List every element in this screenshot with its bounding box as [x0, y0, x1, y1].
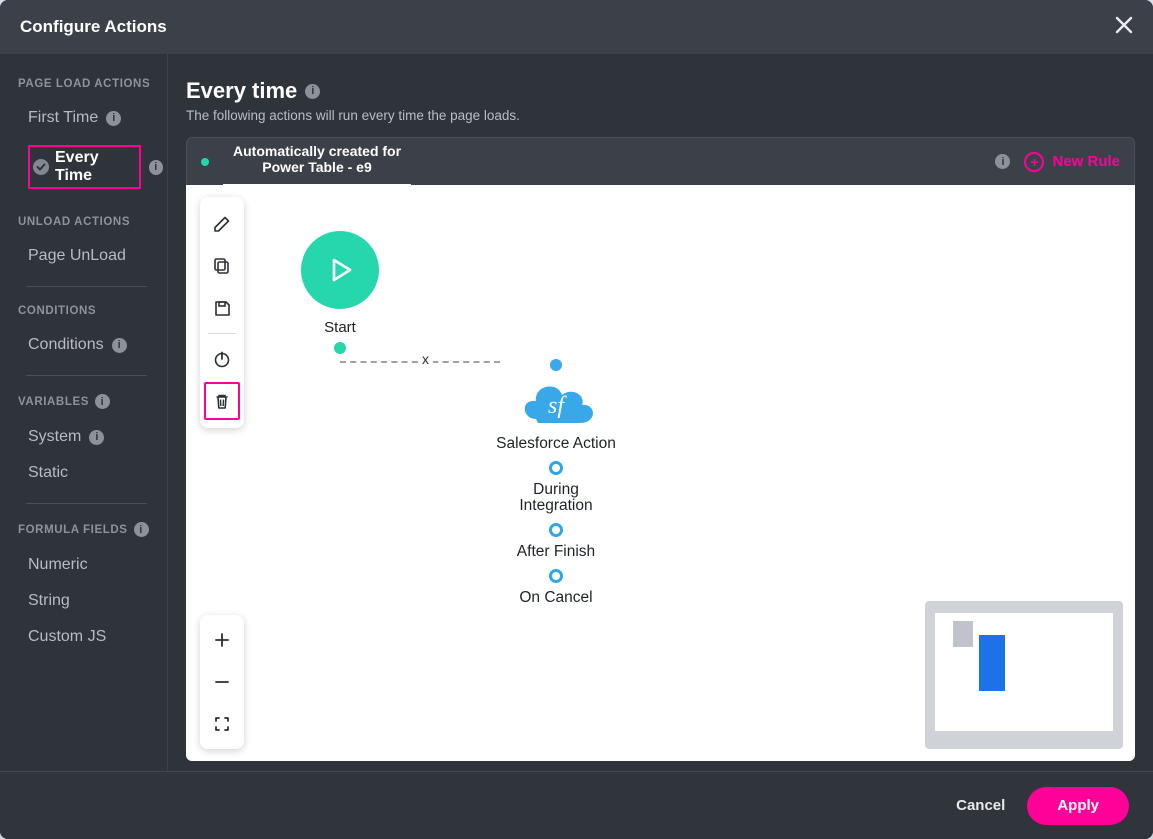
- sidebar-item-every-time[interactable]: Every Time i: [18, 136, 167, 198]
- flow-canvas[interactable]: Start x sf Salesforce Action: [186, 185, 1135, 761]
- rule-bar-right: i + New Rule: [995, 152, 1120, 172]
- info-icon: i: [134, 522, 149, 537]
- power-icon: [213, 350, 231, 368]
- minus-icon: [213, 673, 231, 691]
- info-icon: i: [149, 160, 163, 175]
- info-icon: i: [112, 338, 127, 353]
- minimap[interactable]: [925, 601, 1123, 749]
- canvas-toolbar: [200, 197, 244, 428]
- fit-screen-button[interactable]: [202, 703, 242, 745]
- sf-integration-label: Integration: [466, 497, 646, 515]
- flow-node-start[interactable]: Start: [301, 231, 379, 354]
- close-icon[interactable]: [1115, 14, 1133, 40]
- copy-button[interactable]: [202, 245, 242, 287]
- sidebar-header-conditions: CONDITIONS: [18, 305, 167, 317]
- edge-delete-icon[interactable]: x: [418, 351, 433, 367]
- start-label: Start: [301, 319, 379, 336]
- minimap-viewport: [935, 613, 1113, 731]
- plus-icon: [213, 631, 231, 649]
- sidebar-item-custom-js[interactable]: Custom JS: [18, 619, 167, 655]
- sidebar-header-variables: VARIABLES i: [18, 394, 167, 409]
- copy-icon: [213, 257, 231, 275]
- sidebar-item-label: Numeric: [28, 556, 88, 574]
- sf-action-label: Salesforce Action: [466, 435, 646, 453]
- configure-actions-modal: Configure Actions PAGE LOAD ACTIONS Firs…: [0, 0, 1153, 839]
- plus-circle-icon: +: [1024, 152, 1044, 172]
- sidebar-item-label: Conditions: [28, 336, 104, 354]
- sidebar-item-label: Static: [28, 464, 68, 482]
- sidebar-item-label: Every Time: [55, 149, 136, 185]
- modal-header: Configure Actions: [0, 0, 1153, 54]
- fullscreen-icon: [213, 715, 231, 733]
- delete-button[interactable]: [202, 380, 242, 422]
- sidebar-item-system[interactable]: System i: [18, 419, 167, 455]
- sf-after-label: After Finish: [466, 543, 646, 561]
- cloud-icon: sf: [514, 375, 598, 429]
- minimap-node-blue: [979, 635, 1005, 691]
- info-icon: i: [995, 154, 1010, 169]
- modal-title: Configure Actions: [20, 17, 167, 37]
- highlight-every-time: Every Time: [28, 145, 141, 189]
- zoom-out-button[interactable]: [202, 661, 242, 703]
- zoom-in-button[interactable]: [202, 619, 242, 661]
- info-icon: i: [305, 84, 320, 99]
- sidebar-item-label: Custom JS: [28, 628, 106, 646]
- save-icon: [213, 299, 231, 317]
- modal-body: PAGE LOAD ACTIONS First Time i Every Tim…: [0, 54, 1153, 771]
- info-icon: i: [106, 111, 121, 126]
- edit-button[interactable]: [202, 203, 242, 245]
- status-dot-icon: [201, 158, 209, 166]
- modal-footer: Cancel Apply: [0, 771, 1153, 839]
- sidebar-item-numeric[interactable]: Numeric: [18, 547, 167, 583]
- sidebar-item-label: Page UnLoad: [28, 247, 126, 265]
- rule-bar: Automatically created for Power Table - …: [186, 137, 1135, 185]
- play-icon: [325, 255, 355, 285]
- sf-cancel-label: On Cancel: [466, 589, 646, 607]
- sidebar-item-label: First Time: [28, 109, 98, 127]
- check-circle-icon: [33, 159, 49, 175]
- sidebar-item-page-unload[interactable]: Page UnLoad: [18, 238, 167, 274]
- cancel-button[interactable]: Cancel: [956, 797, 1005, 814]
- zoom-toolbar: [200, 615, 244, 749]
- info-icon: i: [89, 430, 104, 445]
- sidebar-header-page-load: PAGE LOAD ACTIONS: [18, 78, 167, 90]
- apply-button[interactable]: Apply: [1027, 787, 1129, 825]
- trash-icon: [213, 392, 231, 410]
- rule-tab-active[interactable]: Automatically created for Power Table - …: [223, 138, 411, 186]
- sidebar-item-string[interactable]: String: [18, 583, 167, 619]
- page-subtitle: The following actions will run every tim…: [186, 108, 1135, 123]
- sf-port-cancel-icon[interactable]: [549, 569, 563, 583]
- toolbar-separator: [208, 333, 236, 334]
- sidebar: PAGE LOAD ACTIONS First Time i Every Tim…: [0, 54, 168, 771]
- cloud-text: sf: [514, 393, 598, 420]
- sidebar-item-label: String: [28, 592, 70, 610]
- sf-port-in-icon[interactable]: [550, 359, 562, 371]
- flow-node-salesforce[interactable]: sf Salesforce Action During Integration …: [466, 359, 646, 607]
- info-icon: i: [95, 394, 110, 409]
- start-circle-icon: [301, 231, 379, 309]
- sidebar-item-label: System: [28, 428, 81, 446]
- sf-port-after-icon[interactable]: [549, 523, 563, 537]
- power-button[interactable]: [202, 338, 242, 380]
- main-panel: Every time i The following actions will …: [168, 54, 1153, 771]
- sidebar-item-conditions[interactable]: Conditions i: [18, 327, 167, 363]
- pencil-icon: [213, 215, 231, 233]
- sidebar-item-static[interactable]: Static: [18, 455, 167, 491]
- new-rule-button[interactable]: + New Rule: [1024, 152, 1120, 172]
- sidebar-header-unload: UNLOAD ACTIONS: [18, 216, 167, 228]
- sf-port-during-icon[interactable]: [549, 461, 563, 475]
- page-title: Every time i: [186, 78, 1135, 104]
- sidebar-item-first-time[interactable]: First Time i: [18, 100, 167, 136]
- minimap-node-gray: [953, 621, 973, 647]
- save-button[interactable]: [202, 287, 242, 329]
- sidebar-header-formula: FORMULA FIELDS i: [18, 522, 167, 537]
- rule-tabs: Automatically created for Power Table - …: [201, 138, 411, 185]
